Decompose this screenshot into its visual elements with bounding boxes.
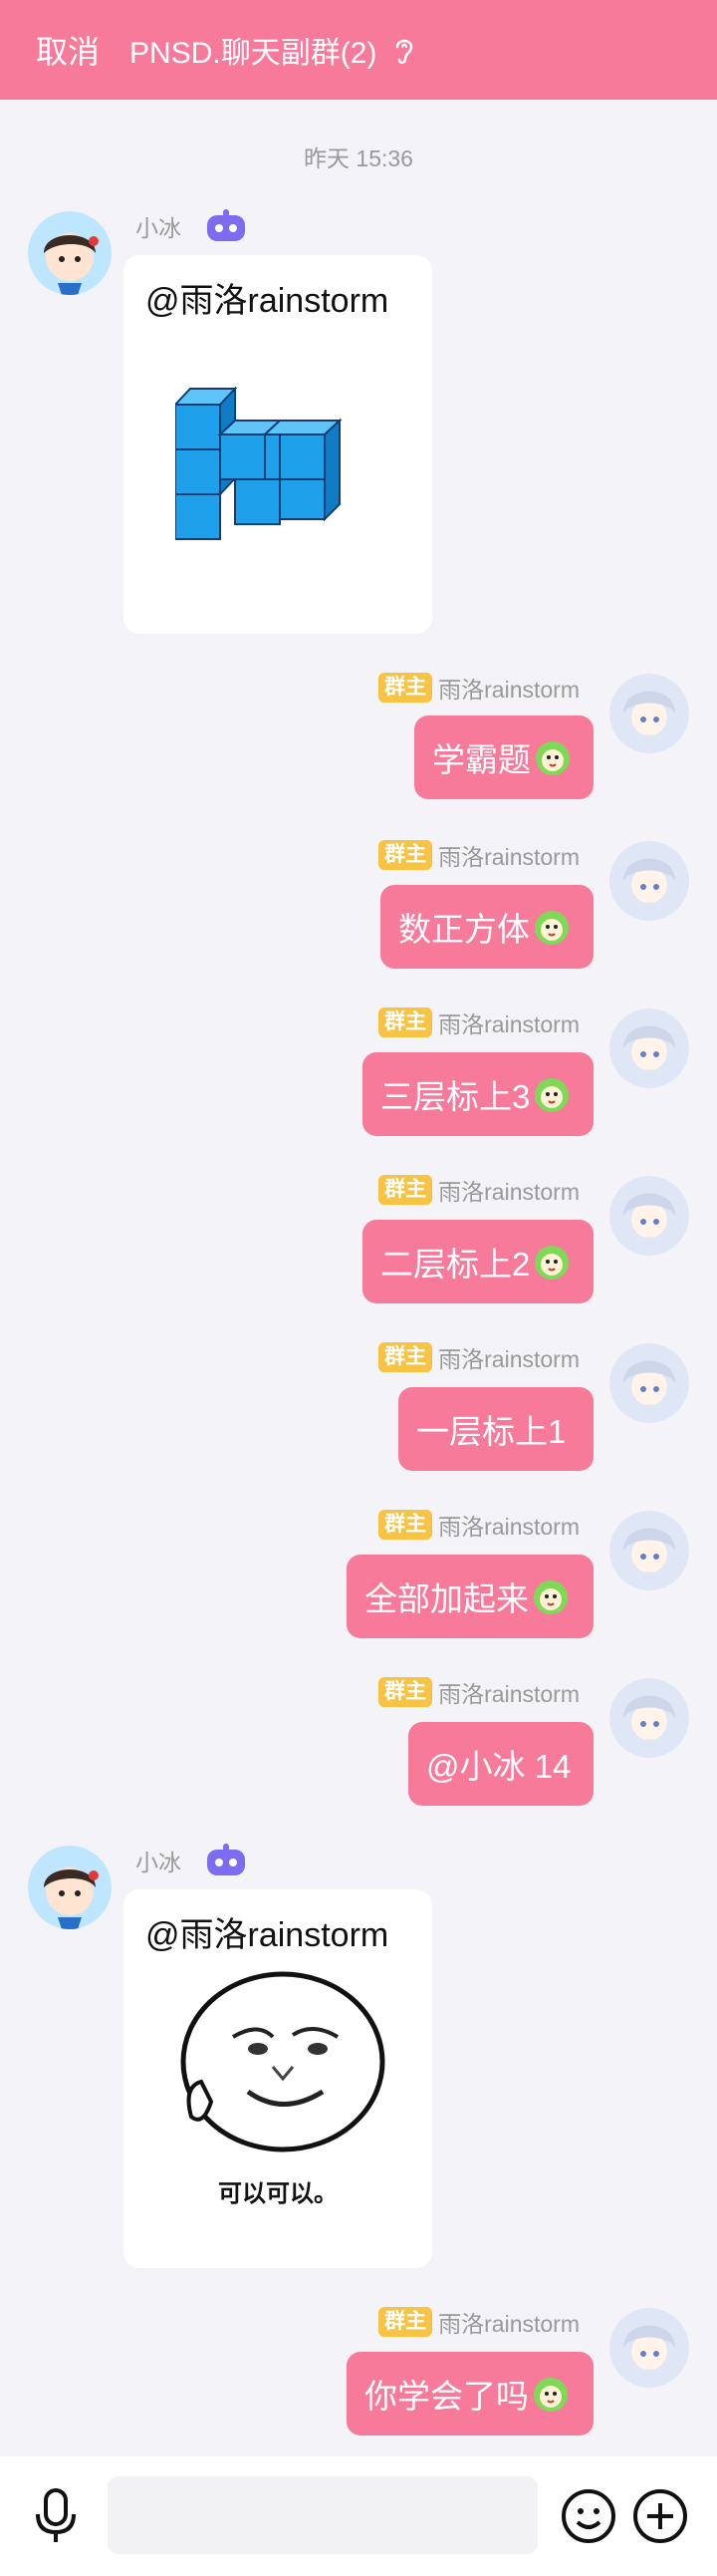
sender-row: 群主 雨洛rainstorm bbox=[299, 672, 580, 704]
mic-icon[interactable] bbox=[30, 2486, 82, 2546]
message-bubble[interactable]: 学霸题 bbox=[414, 716, 594, 799]
emoji-dog-icon bbox=[535, 911, 569, 945]
sender-name: 雨洛rainstorm bbox=[438, 677, 580, 703]
owner-badge: 群主 bbox=[378, 673, 433, 703]
owner-avatar[interactable] bbox=[609, 841, 689, 921]
message-bubble[interactable]: 一层标上1 bbox=[398, 1387, 594, 1471]
owner-badge: 群主 bbox=[378, 840, 433, 870]
message-text: 你学会了吗 bbox=[364, 2378, 529, 2415]
owner-avatar[interactable] bbox=[609, 1678, 689, 1758]
message-input[interactable] bbox=[108, 2476, 538, 2554]
owner-badge: 群主 bbox=[378, 1510, 433, 1540]
message-bubble[interactable]: 二层标上2 bbox=[362, 1220, 594, 1303]
owner-badge: 群主 bbox=[378, 1342, 433, 1372]
input-bar bbox=[0, 2456, 717, 2576]
owner-badge: 群主 bbox=[378, 1175, 433, 1205]
emoji-dog-icon bbox=[534, 1580, 568, 1614]
sender-row: 群主 雨洛rainstorm bbox=[299, 1341, 580, 1373]
bot-avatar[interactable] bbox=[28, 211, 112, 295]
bot-icon bbox=[207, 1844, 245, 1875]
sender-row: 群主 雨洛rainstorm bbox=[299, 1676, 580, 1708]
message-text: 全部加起来 bbox=[364, 1580, 529, 1617]
sender-name: 雨洛rainstorm bbox=[438, 1346, 580, 1372]
sender-name: 雨洛rainstorm bbox=[438, 844, 580, 870]
bot-message-card[interactable]: @雨洛rainstorm bbox=[123, 255, 432, 634]
sender-name: 小冰 bbox=[135, 1850, 181, 1875]
timestamp: 昨天 15:36 bbox=[304, 145, 413, 171]
owner-avatar[interactable] bbox=[609, 2308, 689, 2388]
owner-avatar[interactable] bbox=[609, 674, 689, 753]
ear-icon[interactable] bbox=[390, 33, 418, 67]
sender-name: 雨洛rainstorm bbox=[438, 1681, 580, 1707]
sender-name: 雨洛rainstorm bbox=[438, 1179, 580, 1205]
emoji-dog-icon bbox=[536, 741, 570, 775]
message-text: 学霸题 bbox=[432, 741, 531, 778]
cube-stack-image[interactable] bbox=[175, 375, 384, 554]
message-bubble[interactable]: 你学会了吗 bbox=[347, 2352, 594, 2435]
message-bubble[interactable]: 三层标上3 bbox=[362, 1052, 594, 1136]
emoji-dog-icon bbox=[535, 1078, 570, 1112]
message-text: 二层标上2 bbox=[380, 1246, 531, 1283]
meme-image[interactable] bbox=[163, 1967, 392, 2166]
sender-name: 雨洛rainstorm bbox=[438, 1011, 580, 1037]
message-text: 一层标上1 bbox=[416, 1413, 567, 1450]
owner-avatar[interactable] bbox=[609, 1343, 689, 1423]
header-bar: 取消 PNSD.聊天副群(2) bbox=[0, 0, 717, 100]
sender-row: 群主 雨洛rainstorm bbox=[299, 1509, 580, 1541]
chat-title: PNSD.聊天副群(2) bbox=[129, 37, 377, 70]
message-text: 数正方体 bbox=[398, 911, 530, 948]
owner-avatar[interactable] bbox=[609, 1176, 689, 1256]
bot-message-card[interactable]: @雨洛rainstorm 可以可以。 bbox=[123, 1889, 432, 2268]
sender-name: 小冰 bbox=[135, 215, 181, 241]
owner-badge: 群主 bbox=[378, 1007, 433, 1037]
cancel-button[interactable]: 取消 bbox=[36, 27, 100, 73]
smile-icon[interactable] bbox=[561, 2488, 616, 2544]
plus-icon[interactable] bbox=[632, 2488, 688, 2544]
owner-avatar[interactable] bbox=[609, 1008, 689, 1088]
owner-avatar[interactable] bbox=[609, 1511, 689, 1590]
message-bubble[interactable]: 数正方体 bbox=[380, 885, 594, 969]
bot-avatar[interactable] bbox=[28, 1846, 112, 1929]
sender-row: 群主 雨洛rainstorm bbox=[299, 2306, 580, 2338]
mention-text: @雨洛rainstorm bbox=[145, 282, 389, 320]
emoji-dog-icon bbox=[534, 2378, 568, 2412]
emoji-dog-icon bbox=[535, 1246, 570, 1280]
owner-badge: 群主 bbox=[378, 1677, 433, 1707]
message-text: 三层标上3 bbox=[380, 1078, 531, 1115]
sender-name: 雨洛rainstorm bbox=[438, 2311, 580, 2337]
sender-row: 群主 雨洛rainstorm bbox=[299, 839, 580, 871]
message-bubble[interactable]: @小冰 14 bbox=[408, 1722, 594, 1806]
meme-caption: 可以可以。 bbox=[218, 2180, 338, 2207]
sender-row: 群主 雨洛rainstorm bbox=[299, 1174, 580, 1206]
owner-badge: 群主 bbox=[378, 2307, 433, 2337]
sender-name: 雨洛rainstorm bbox=[438, 1514, 580, 1540]
message-bubble[interactable]: 全部加起来 bbox=[347, 1555, 594, 1638]
mention-text: @雨洛rainstorm bbox=[145, 1916, 389, 1954]
sender-row: 群主 雨洛rainstorm bbox=[299, 1006, 580, 1038]
message-text: @小冰 14 bbox=[426, 1748, 572, 1785]
bot-icon bbox=[207, 209, 245, 241]
